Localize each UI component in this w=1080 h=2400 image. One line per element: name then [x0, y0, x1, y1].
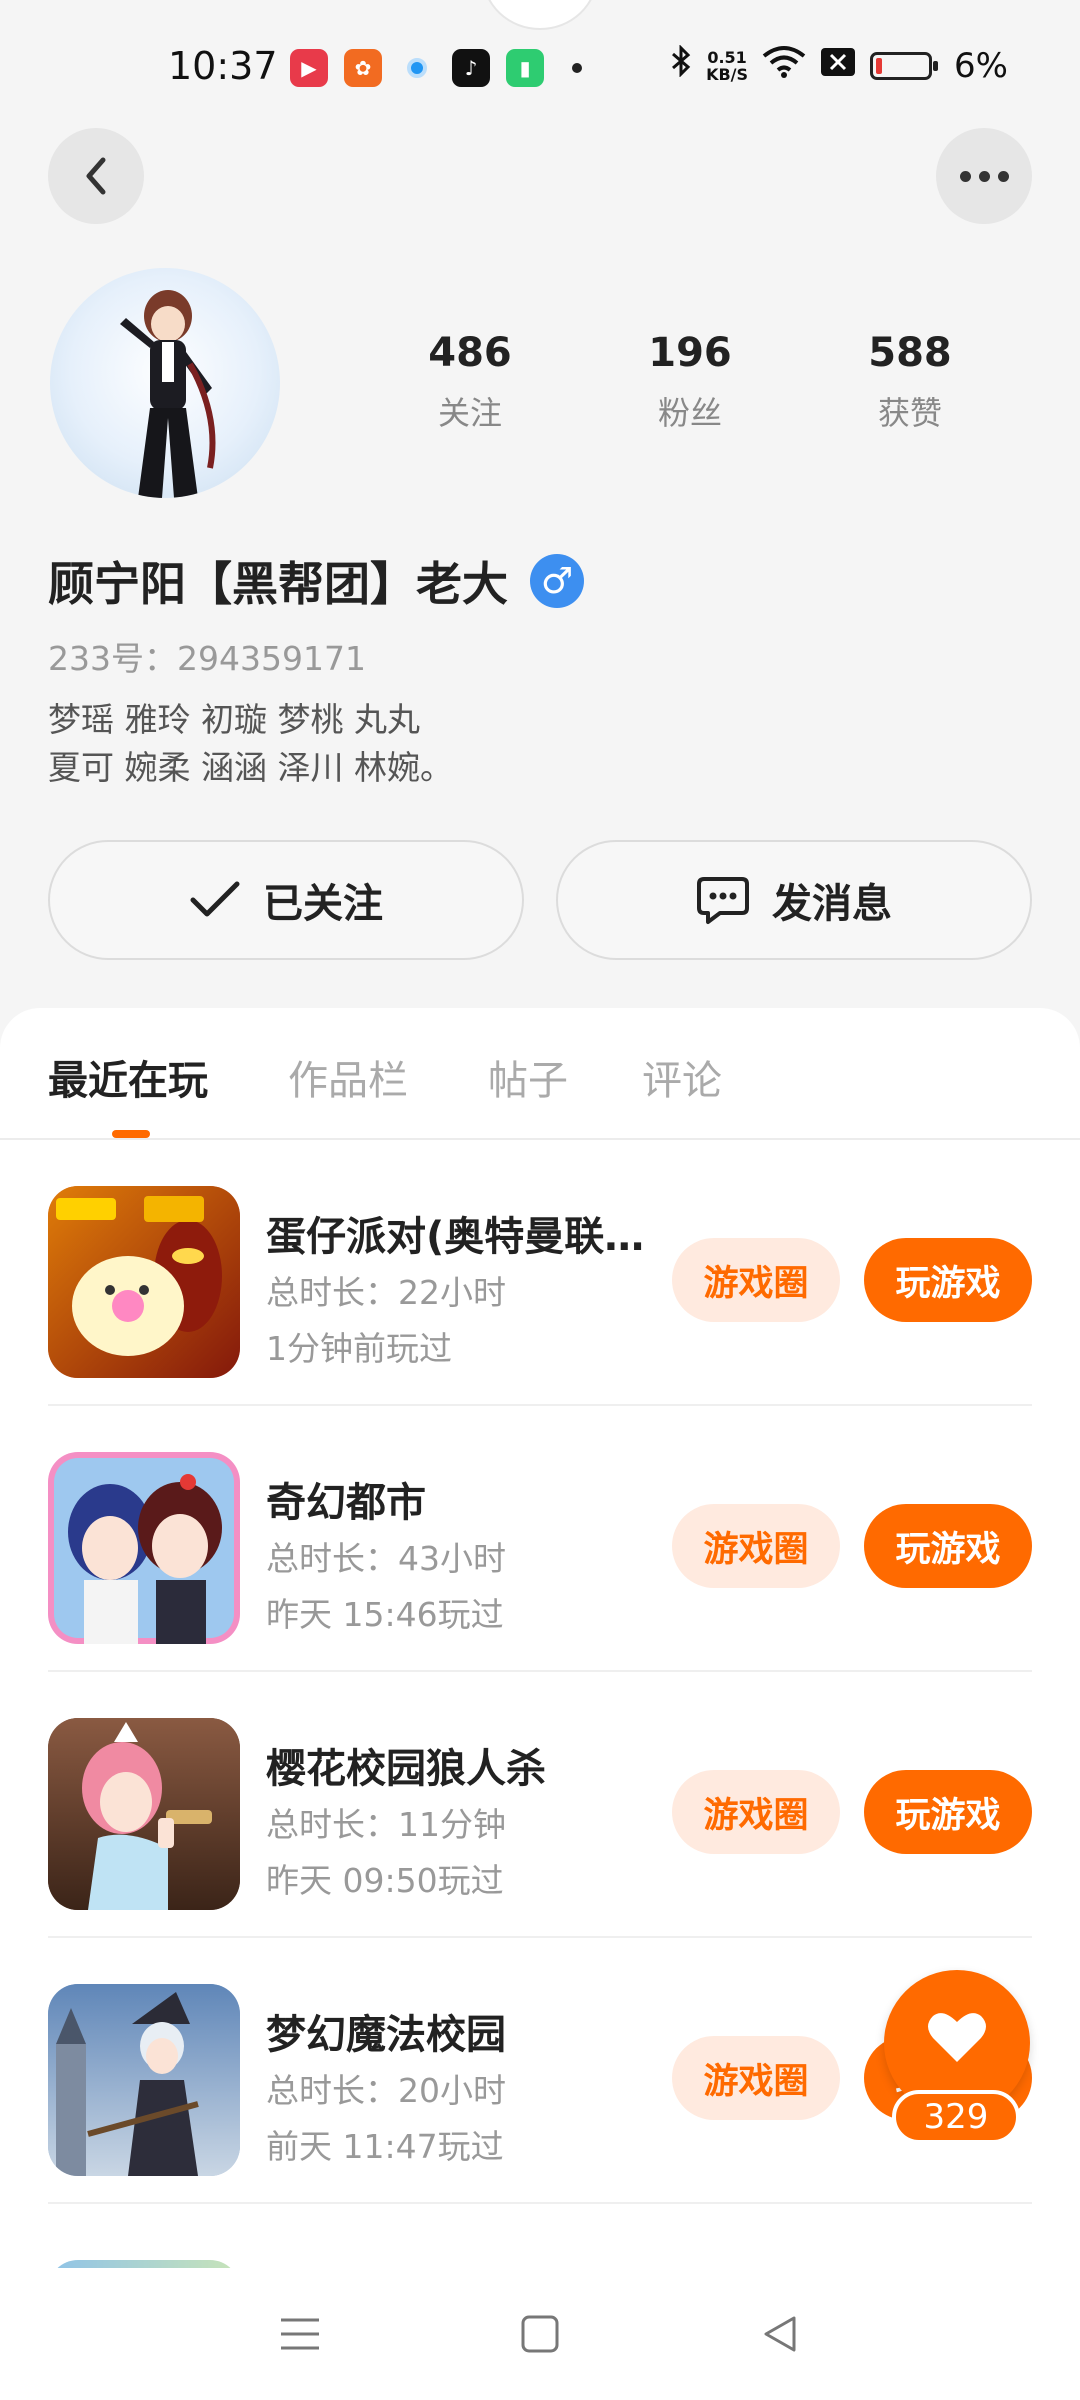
network-speed-unit: KB/S: [706, 64, 749, 84]
game-list-item[interactable]: 蛋仔派对(奥特曼联… 总时长：22小时 1分钟前玩过 游戏圈 玩游戏: [48, 1140, 1032, 1406]
video-app-icon: ▶: [290, 49, 328, 87]
sim-none-icon: [820, 46, 856, 86]
tab-recently-played[interactable]: 最近在玩: [48, 1048, 208, 1106]
play-game-button[interactable]: 玩游戏: [864, 1504, 1032, 1588]
game-title: 蛋仔派对(奥特曼联…: [266, 1214, 645, 1260]
game-title: 樱花校园狼人杀: [266, 1746, 546, 1792]
male-gender-icon: ♂: [530, 554, 584, 608]
system-back-button[interactable]: [740, 2294, 820, 2374]
game-duration: 总时长：20小时: [266, 2071, 506, 2110]
recent-apps-button[interactable]: [260, 2294, 340, 2374]
stat-likes-count: 588: [868, 330, 952, 376]
like-count: 329: [892, 2090, 1020, 2144]
game-icon-fantasy-city: [48, 1452, 240, 1644]
send-message-button[interactable]: 发消息: [556, 840, 1032, 960]
game-icon-sakura-school-werewolf: [48, 1718, 240, 1910]
square-home-icon: [521, 2315, 559, 2353]
stat-following-label: 关注: [437, 394, 502, 432]
battery-icon: [870, 51, 939, 80]
stat-likes[interactable]: 588 获赞: [800, 330, 1020, 434]
stat-following[interactable]: 486 关注: [360, 330, 580, 434]
more-button[interactable]: [936, 128, 1032, 224]
battery-saver-app-icon: ▮: [506, 49, 544, 87]
more-dots-icon: [959, 170, 1009, 182]
bio-line-1: 梦瑶 雅玲 初璇 梦桃 丸丸: [48, 700, 420, 739]
more-notifications-dot: [572, 63, 582, 73]
bio-line-2: 夏可 婉柔 涵涵 泽川 林婉。: [48, 748, 453, 787]
avatar[interactable]: [50, 268, 280, 498]
game-circle-button[interactable]: 游戏圈: [672, 2036, 840, 2120]
network-speed: 0.51 KB/S: [706, 49, 748, 83]
heart-icon: [928, 2013, 986, 2062]
game-list-item[interactable]: 樱花校园狼人杀 总时长：11分钟 昨天 09:50玩过 游戏圈 玩游戏: [48, 1672, 1032, 1938]
game-duration: 总时长：11分钟: [266, 1805, 506, 1844]
stat-fans-label: 粉丝: [657, 394, 722, 432]
game-duration: 总时长：22小时: [266, 1273, 506, 1312]
game-title: 梦幻魔法校园: [266, 2012, 506, 2058]
profile-page: 10:37 ▶ ✿ ♪ ▮ 0.51 KB/S 6% 486 关注 196 粉丝…: [0, 0, 1080, 2400]
chat-bubble-icon: [697, 877, 749, 924]
user-bio: 梦瑶 雅玲 初璇 梦桃 丸丸 夏可 婉柔 涵涵 泽川 林婉。: [48, 696, 948, 792]
notification-icons: ▶ ✿ ♪ ▮: [290, 49, 582, 87]
content-card: 最近在玩 作品栏 帖子 评论 蛋仔派对(奥特曼联… 总时长：22小时 1分钟前玩…: [0, 1008, 1080, 2400]
user-name: 顾宁阳【黑帮团】老大: [48, 557, 508, 611]
user-id: 233号：294359171: [48, 639, 366, 678]
system-navigation-bar: [0, 2268, 1080, 2400]
network-speed-value: 0.51: [707, 47, 747, 67]
stat-fans-count: 196: [648, 330, 732, 376]
stat-likes-label: 获赞: [877, 394, 942, 432]
game-icon-eggy-party: [48, 1186, 240, 1378]
anime-character-avatar-image: [120, 290, 216, 498]
tab-comments[interactable]: 评论: [642, 1048, 722, 1106]
play-game-button[interactable]: 玩游戏: [864, 1238, 1032, 1322]
send-message-label: 发消息: [772, 881, 892, 927]
menu-lines-icon: [281, 2318, 319, 2350]
game-circle-button[interactable]: 游戏圈: [672, 1504, 840, 1588]
game-last-played: 1分钟前玩过: [266, 1329, 452, 1368]
game-duration: 总时长：43小时: [266, 1539, 506, 1578]
check-icon: [190, 881, 240, 917]
profile-stats: 486 关注 196 粉丝 588 获赞: [360, 330, 1020, 434]
name-row: 顾宁阳【黑帮团】老大 ♂: [48, 548, 584, 614]
game-last-played: 前天 11:47玩过: [266, 2127, 504, 2166]
followed-button[interactable]: 已关注: [48, 840, 524, 960]
wifi-icon: [762, 44, 806, 87]
stat-following-count: 486: [428, 330, 512, 376]
home-button[interactable]: [500, 2294, 580, 2374]
game-title: 奇幻都市: [266, 1480, 426, 1526]
profile-tabs: 最近在玩 作品栏 帖子 评论: [0, 1008, 1080, 1140]
game-last-played: 昨天 09:50玩过: [266, 1861, 504, 1900]
game-icon-dream-magic-school: [48, 1984, 240, 2176]
game-list-item[interactable]: 奇幻都市 总时长：43小时 昨天 15:46玩过 游戏圈 玩游戏: [48, 1406, 1032, 1672]
status-right: 0.51 KB/S 6%: [670, 44, 1008, 87]
status-bar: 10:37 ▶ ✿ ♪ ▮ 0.51 KB/S 6%: [0, 0, 1080, 140]
browser-app-icon: [398, 49, 436, 87]
battery-percent: 6%: [954, 45, 1008, 86]
tab-posts[interactable]: 帖子: [488, 1048, 568, 1106]
back-button[interactable]: [48, 128, 144, 224]
status-time: 10:37: [168, 44, 278, 88]
tiktok-app-icon: ♪: [452, 49, 490, 87]
triangle-back-icon: [764, 2316, 796, 2352]
chevron-left-icon: [86, 157, 106, 195]
kuaishou-app-icon: ✿: [344, 49, 382, 87]
game-last-played: 昨天 15:46玩过: [266, 1595, 504, 1634]
game-circle-button[interactable]: 游戏圈: [672, 1238, 840, 1322]
bluetooth-icon: [670, 44, 692, 86]
stat-fans[interactable]: 196 粉丝: [580, 330, 800, 434]
camera-cutout: [482, 0, 598, 30]
game-circle-button[interactable]: 游戏圈: [672, 1770, 840, 1854]
tab-works[interactable]: 作品栏: [288, 1048, 408, 1106]
active-tab-indicator: [112, 1130, 150, 1138]
followed-label: 已关注: [263, 881, 383, 927]
game-list-item[interactable]: 梦幻魔法校园 总时长：20小时 前天 11:47玩过 游戏圈 玩游戏: [48, 1938, 1032, 2204]
play-game-button[interactable]: 玩游戏: [864, 1770, 1032, 1854]
